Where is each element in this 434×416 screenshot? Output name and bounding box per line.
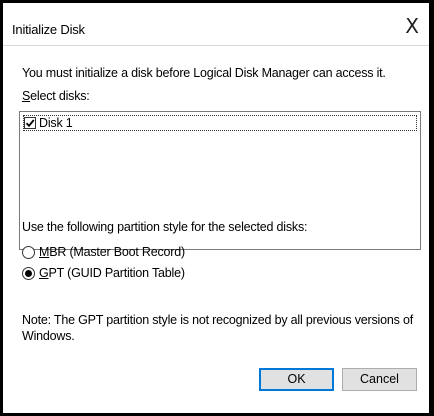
cancel-button[interactable]: Cancel [342,368,417,391]
gpt-note-text: Note: The GPT partition style is not rec… [22,313,413,343]
radio-selected-dot-icon [25,270,32,277]
select-disks-label: Select disks: [22,89,90,103]
window-title: Initialize Disk [12,22,85,37]
gpt-radio-label: GPT (GUID Partition Table) [39,266,185,280]
checkmark-icon [25,119,35,128]
disk-1-checkbox[interactable] [24,117,36,129]
ok-button[interactable]: OK [259,368,334,391]
disk-1-label: Disk 1 [39,116,73,130]
gpt-radio-button[interactable] [22,267,35,280]
close-icon: X [405,14,419,38]
mbr-radio-label: MBR (Master Boot Record) [39,245,185,259]
initialize-disk-dialog: Initialize Disk X You must initialize a … [0,0,434,416]
partition-style-label: Use the following partition style for th… [22,220,308,234]
title-bar[interactable]: Initialize Disk X [3,3,429,46]
list-item-disk-1[interactable]: Disk 1 [23,115,417,131]
mbr-label-rest: BR (Master Boot Record) [49,245,185,259]
select-disks-label-rest: elect disks: [30,89,90,103]
mbr-access-key: M [39,245,50,259]
close-button[interactable]: X [395,15,429,41]
instructions-text: You must initialize a disk before Logica… [22,66,386,80]
gpt-access-key: G [39,266,49,280]
gpt-label-rest: PT (GUID Partition Table) [48,266,185,280]
select-disks-access-key: S [22,89,31,103]
mbr-radio-button[interactable] [22,246,35,259]
window-frame-right-edge [429,0,434,416]
dialog-body: You must initialize a disk before Logica… [3,46,429,412]
